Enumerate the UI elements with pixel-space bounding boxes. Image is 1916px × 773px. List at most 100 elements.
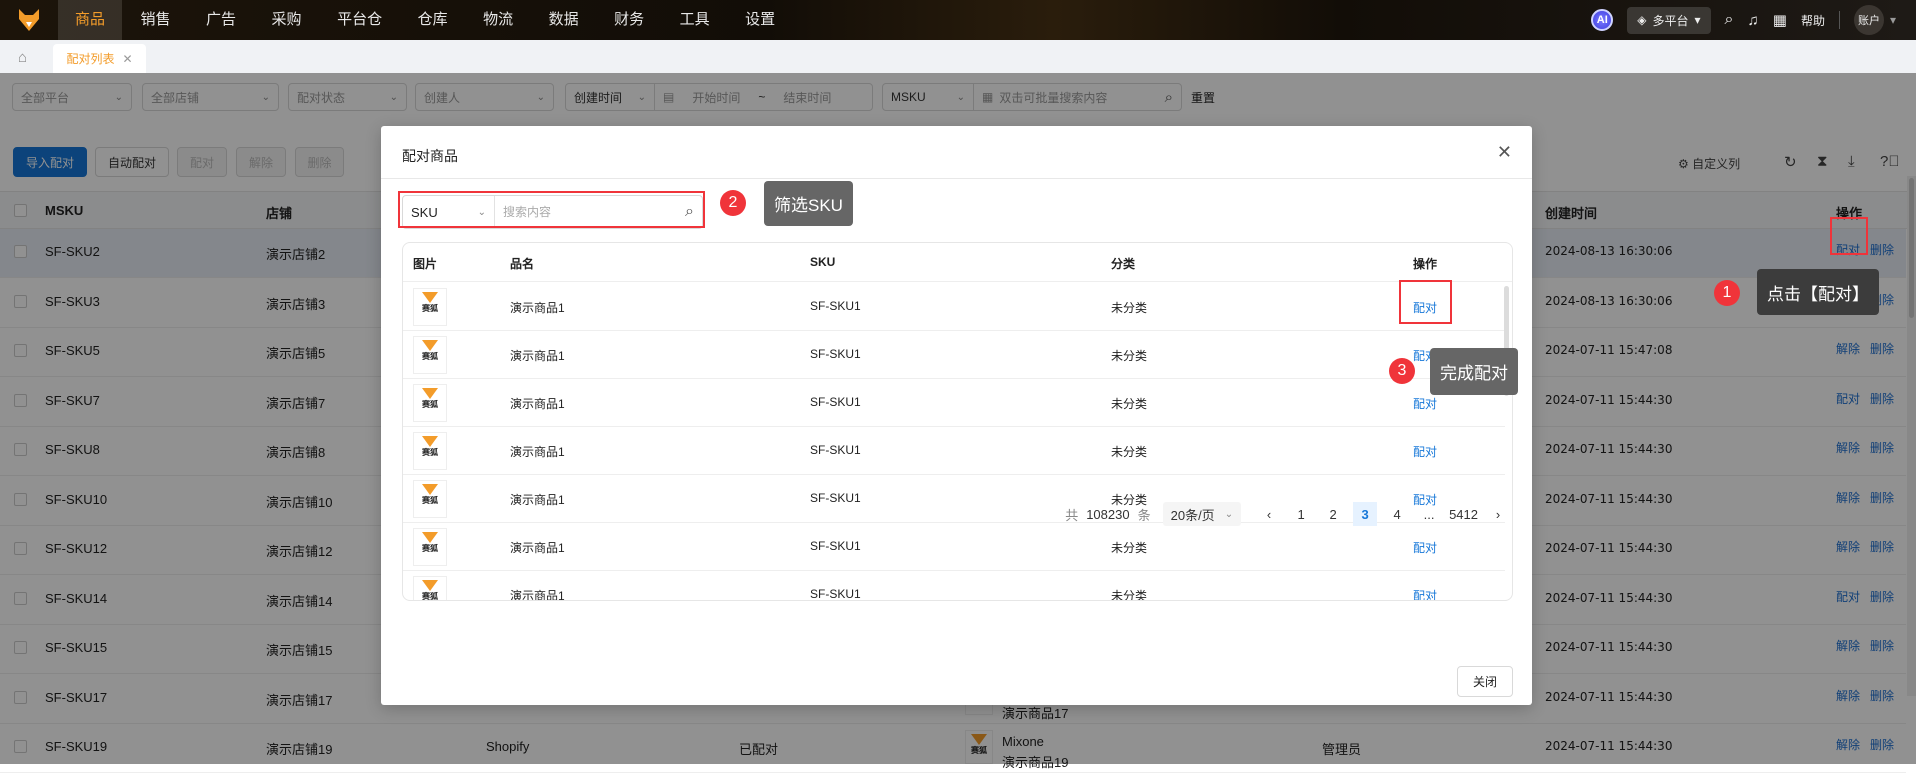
page-4[interactable]: 4 xyxy=(1385,502,1409,526)
product-image: 赛狐 xyxy=(413,576,447,601)
logo-text: 赛狐 xyxy=(422,592,438,601)
tab-bar: ⌂ 配对列表 ✕ xyxy=(0,40,1916,73)
search-icon[interactable]: ⌕ xyxy=(1725,11,1734,29)
product-name: 演示商品1 xyxy=(510,301,565,315)
product-row[interactable]: 赛狐 演示商品1 SF-SKU1 未分类 配对 xyxy=(403,331,1505,379)
product-name: 演示商品1 xyxy=(510,493,565,507)
step-tooltip: 筛选SKU xyxy=(764,181,853,226)
header-ops: 操作 xyxy=(1413,257,1438,271)
page-2[interactable]: 2 xyxy=(1321,502,1345,526)
page-ellipsis[interactable]: ... xyxy=(1417,502,1441,526)
step-badge: 1 xyxy=(1714,280,1740,306)
step-tooltip: 完成配对 xyxy=(1430,348,1518,395)
nav-item[interactable]: 设置 xyxy=(728,0,792,40)
headset-icon[interactable]: ♫ xyxy=(1748,12,1759,29)
product-name: 演示商品1 xyxy=(510,541,565,555)
pagination: 共 108230 条 20条/页 ⌄ ‹ 1 2 3 4... 5412 › xyxy=(1065,502,1514,526)
fox-logo-icon xyxy=(422,484,438,495)
ai-assistant-icon[interactable]: AI xyxy=(1591,9,1614,31)
product-sku: SF-SKU1 xyxy=(810,491,861,505)
product-row[interactable]: 赛狐 演示商品1 SF-SKU1 未分类 配对 xyxy=(403,427,1505,475)
header-category: 分类 xyxy=(1111,257,1136,271)
modal-title: 配对商品 xyxy=(402,148,458,164)
logo-text: 赛狐 xyxy=(422,544,438,553)
page-5412[interactable]: 5412 xyxy=(1449,502,1478,526)
page-3[interactable]: 3 xyxy=(1353,502,1378,526)
nav-item[interactable]: 数据 xyxy=(532,0,596,40)
next-page-icon[interactable]: › xyxy=(1486,502,1510,526)
close-button[interactable]: 关闭 xyxy=(1457,666,1513,697)
pair-link[interactable]: 配对 xyxy=(1413,539,1437,556)
fox-logo-icon xyxy=(422,532,438,543)
product-table-header: 图片 品名 SKU 分类 操作 xyxy=(403,243,1512,282)
product-row[interactable]: 赛狐 演示商品1 SF-SKU1 未分类 配对 xyxy=(403,523,1505,571)
pair-link[interactable]: 配对 xyxy=(1413,443,1437,460)
nav-item[interactable]: 平台仓 xyxy=(320,0,399,40)
help-link[interactable]: 帮助 xyxy=(1801,12,1825,29)
caret-down-icon: ▾ xyxy=(1694,13,1701,27)
nav-item[interactable]: 商品 xyxy=(58,0,123,40)
highlight-box xyxy=(1830,217,1868,255)
product-row[interactable]: 赛狐 演示商品1 SF-SKU1 未分类 配对 xyxy=(403,571,1505,601)
product-category: 未分类 xyxy=(1111,541,1148,555)
total-suffix: 条 xyxy=(1137,507,1151,523)
product-sku: SF-SKU1 xyxy=(810,347,861,361)
product-image: 赛狐 xyxy=(413,384,447,422)
pair-link[interactable]: 配对 xyxy=(1413,587,1437,600)
header-image: 图片 xyxy=(413,257,438,271)
product-row[interactable]: 赛狐 演示商品1 SF-SKU1 未分类 配对 xyxy=(403,379,1505,427)
close-icon[interactable]: ✕ xyxy=(1497,142,1512,163)
fox-logo-icon xyxy=(422,340,438,351)
divider xyxy=(1838,11,1840,29)
nav-item[interactable]: 采购 xyxy=(255,0,319,40)
account-avatar[interactable]: 账户 xyxy=(1853,5,1884,35)
product-category: 未分类 xyxy=(1111,589,1148,601)
product-category: 未分类 xyxy=(1111,301,1148,315)
nav-item[interactable]: 销售 xyxy=(124,0,188,40)
nav-item[interactable]: 财务 xyxy=(597,0,661,40)
total-count: 108230 xyxy=(1086,506,1130,522)
header-sku: SKU xyxy=(810,255,836,269)
pair-link[interactable]: 配对 xyxy=(1413,395,1437,412)
tab-pairing-list[interactable]: 配对列表 ✕ xyxy=(53,44,146,73)
nav-item[interactable]: 广告 xyxy=(189,0,253,40)
nav-item[interactable]: 仓库 xyxy=(401,0,465,40)
home-icon[interactable]: ⌂ xyxy=(18,49,27,66)
highlight-box xyxy=(1399,280,1452,324)
caret-down-icon[interactable]: ▾ xyxy=(1890,13,1896,27)
step-badge: 3 xyxy=(1389,358,1415,384)
prev-page-icon[interactable]: ‹ xyxy=(1257,502,1281,526)
product-sku: SF-SKU1 xyxy=(810,395,861,409)
logo-text: 赛狐 xyxy=(422,496,438,505)
fox-logo-icon xyxy=(422,388,438,399)
nav-item[interactable]: 物流 xyxy=(466,0,530,40)
tab-label: 配对列表 xyxy=(66,52,115,66)
close-tab-icon[interactable]: ✕ xyxy=(122,52,132,66)
platform-icon: ◈ xyxy=(1637,13,1647,27)
platform-label: 多平台 xyxy=(1652,13,1689,28)
product-name: 演示商品1 xyxy=(510,397,565,411)
product-category: 未分类 xyxy=(1111,349,1148,363)
product-sku: SF-SKU1 xyxy=(810,443,861,457)
nav-item[interactable]: 工具 xyxy=(663,0,727,40)
product-name: 演示商品1 xyxy=(510,589,565,601)
product-sku: SF-SKU1 xyxy=(810,539,861,553)
highlight-box xyxy=(398,191,705,228)
fox-logo-icon xyxy=(422,436,438,447)
product-name: 演示商品1 xyxy=(510,349,565,363)
step-tooltip: 点击【配对】 xyxy=(1757,269,1879,315)
apps-grid-icon[interactable]: ▦ xyxy=(1773,11,1787,29)
product-table: 图片 品名 SKU 分类 操作 赛狐 演示商品1 SF-SKU1 未分类 配对 赛狐 演示商… xyxy=(402,242,1513,601)
logo-text: 赛狐 xyxy=(422,352,438,361)
product-image: 赛狐 xyxy=(413,336,447,374)
page-size-select[interactable]: 20条/页 ⌄ xyxy=(1162,502,1242,526)
logo-text: 赛狐 xyxy=(422,304,438,313)
product-row[interactable]: 赛狐 演示商品1 SF-SKU1 未分类 配对 xyxy=(403,283,1505,331)
product-category: 未分类 xyxy=(1111,445,1148,459)
product-sku: SF-SKU1 xyxy=(810,299,861,313)
product-image: 赛狐 xyxy=(413,528,447,566)
app-logo[interactable] xyxy=(0,0,58,40)
platform-switcher[interactable]: ◈ 多平台 ▾ xyxy=(1627,6,1711,34)
page-1[interactable]: 1 xyxy=(1289,502,1313,526)
product-image: 赛狐 xyxy=(413,288,447,326)
